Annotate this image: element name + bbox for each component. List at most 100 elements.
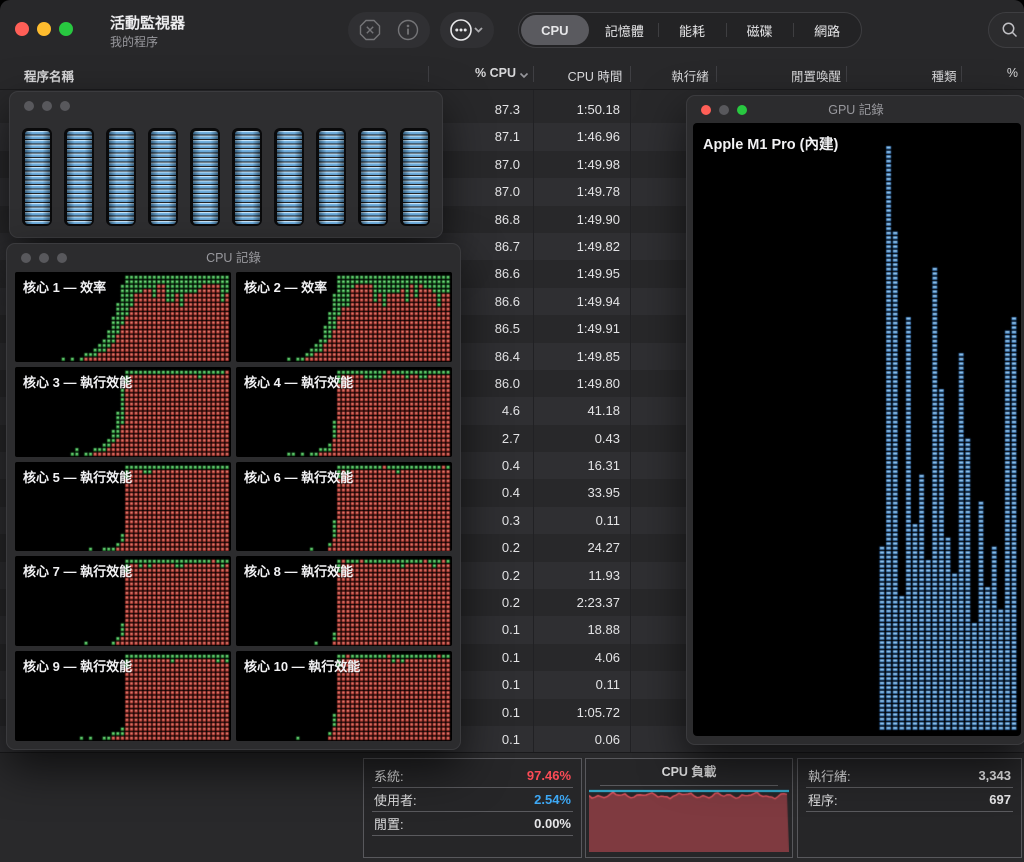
stat-idle: 閒置: 0.00% [372, 812, 573, 836]
core-label: 核心 8 — 執行效能 [244, 561, 353, 580]
window-controls[interactable] [21, 253, 67, 263]
more-options-button[interactable] [447, 13, 487, 47]
table-header: 程序名稱 % CPU CPU 時間 執行緒 閒置喚醒 種類 % [0, 58, 1024, 90]
core-history-panel: 核心 2 — 效率 [236, 272, 452, 362]
col-pct-gpu[interactable]: % [1000, 66, 1018, 80]
screen: 活動監視器 我的程序 [0, 0, 1024, 862]
cpu-time-value: 2:23.37 [520, 589, 620, 616]
col-idle-wakeups[interactable]: 閒置喚醒 [766, 66, 866, 85]
cpu-time-value: 1:05.72 [520, 699, 620, 726]
cpu-time-value: 1:49.82 [520, 233, 620, 260]
titlebar: 活動監視器 我的程序 [0, 0, 1024, 58]
gpu-history-window[interactable]: GPU 記錄 Apple M1 Pro (內建) [686, 95, 1024, 745]
view-tabs: CPU 記憶體 能耗 磁碟 網路 [518, 12, 862, 48]
sort-chevron-down-icon [519, 72, 529, 79]
cpu-load-chart [589, 788, 789, 852]
zoom-button [60, 101, 70, 111]
stat-processes-value: 697 [989, 792, 1011, 807]
core-history-panel: 核心 8 — 執行效能 [236, 556, 452, 646]
gpu-chart-area: Apple M1 Pro (內建) [693, 123, 1021, 736]
cpu-time-value: 24.27 [520, 534, 620, 561]
window-controls[interactable] [24, 101, 70, 111]
x-octagon-icon [359, 19, 381, 41]
stat-system-value: 97.46% [527, 768, 571, 783]
cpu-gauges-window[interactable] [9, 91, 443, 238]
tab-memory[interactable]: 記憶體 [591, 13, 659, 47]
core-load-gauge [64, 128, 94, 226]
cpu-time-value: 1:49.91 [520, 315, 620, 342]
core-load-gauge [400, 128, 430, 226]
cpu-time-value: 4.06 [520, 644, 620, 671]
search-button[interactable] [988, 12, 1024, 48]
core-label: 核心 2 — 效率 [244, 277, 327, 296]
more-options-group [440, 12, 494, 48]
minimize-button [42, 101, 52, 111]
core-history-panel: 核心 1 — 效率 [15, 272, 231, 362]
page-title: 活動監視器 [110, 12, 185, 33]
cpu-time-value: 1:49.90 [520, 206, 620, 233]
inspect-process-button[interactable] [391, 13, 425, 47]
core-label: 核心 5 — 執行效能 [23, 467, 132, 486]
core-gauge-row [22, 128, 430, 227]
col-kind[interactable]: 種類 [904, 66, 984, 85]
core-label: 核心 7 — 執行效能 [23, 561, 132, 580]
minimize-button [719, 105, 729, 115]
core-label: 核心 3 — 執行效能 [23, 372, 132, 391]
quit-process-button[interactable] [353, 13, 387, 47]
cpu-time-value: 1:49.80 [520, 370, 620, 397]
minimize-button[interactable] [37, 22, 51, 36]
cpu-load-box: CPU 負載 [585, 758, 793, 858]
threads-processes-box: 執行緒: 3,343 程序: 697 [797, 758, 1022, 858]
tab-network[interactable]: 網路 [793, 13, 861, 47]
minimize-button [39, 253, 49, 263]
cpu-time-value: 0.11 [520, 507, 620, 534]
stat-processes-label: 程序: [808, 790, 838, 809]
tab-energy[interactable]: 能耗 [658, 13, 726, 47]
cpu-time-value: 33.95 [520, 479, 620, 506]
stat-threads-label: 執行緒: [808, 766, 851, 785]
cpu-history-window[interactable]: CPU 記錄 核心 1 — 效率核心 2 — 效率核心 3 — 執行效能核心 4… [6, 243, 461, 750]
core-load-gauge [22, 128, 52, 226]
cpu-time-value: 1:49.95 [520, 260, 620, 287]
ellipsis-circle-icon [450, 18, 484, 42]
cpu-time-value: 0.11 [520, 671, 620, 698]
core-load-gauge [190, 128, 220, 226]
core-history-grid: 核心 1 — 效率核心 2 — 效率核心 3 — 執行效能 核心 4 — 執行效能… [15, 272, 452, 741]
stat-user: 使用者: 2.54% [372, 788, 573, 812]
gpu-history-chart [693, 123, 1021, 736]
core-history-panel: 核心 4 — 執行效能 [236, 367, 452, 457]
core-history-panel: 核心 10 — 執行效能 [236, 651, 452, 741]
close-button [21, 253, 31, 263]
core-history-panel: 核心 3 — 執行效能 [15, 367, 231, 457]
tab-disk[interactable]: 磁碟 [726, 13, 794, 47]
footer-stats-panel: 系統: 97.46% 使用者: 2.54% 閒置: 0.00% CPU 負載 [0, 752, 1024, 862]
stat-system: 系統: 97.46% [372, 764, 573, 788]
cpu-time-value: 1:50.18 [520, 96, 620, 123]
stat-idle-label: 閒置: [374, 814, 404, 833]
cpu-time-value: 0.43 [520, 425, 620, 452]
core-history-panel: 核心 7 — 執行效能 [15, 556, 231, 646]
cpu-time-value: 11.93 [520, 562, 620, 589]
stat-threads: 執行緒: 3,343 [806, 764, 1013, 788]
zoom-button[interactable] [59, 22, 73, 36]
cpu-usage-stats-box: 系統: 97.46% 使用者: 2.54% 閒置: 0.00% [363, 758, 582, 858]
core-load-gauge [106, 128, 136, 226]
tab-cpu[interactable]: CPU [521, 15, 589, 45]
close-button[interactable] [15, 22, 29, 36]
info-icon [397, 19, 419, 41]
col-threads[interactable]: 執行緒 [645, 66, 735, 85]
col-process-name[interactable]: 程序名稱 [24, 66, 74, 85]
cpu-time-value: 16.31 [520, 452, 620, 479]
col-pct-cpu[interactable]: % CPU [430, 66, 516, 80]
cpu-time-value: 18.88 [520, 616, 620, 643]
window-controls[interactable] [701, 105, 747, 115]
core-load-gauge [316, 128, 346, 226]
zoom-button [57, 253, 67, 263]
zoom-button [737, 105, 747, 115]
cpu-time-value: 41.18 [520, 397, 620, 424]
stat-user-value: 2.54% [534, 792, 571, 807]
core-label: 核心 6 — 執行效能 [244, 467, 353, 486]
core-history-panel: 核心 6 — 執行效能 [236, 462, 452, 552]
cpu-time-value: 1:46.96 [520, 123, 620, 150]
search-icon [1001, 21, 1019, 39]
